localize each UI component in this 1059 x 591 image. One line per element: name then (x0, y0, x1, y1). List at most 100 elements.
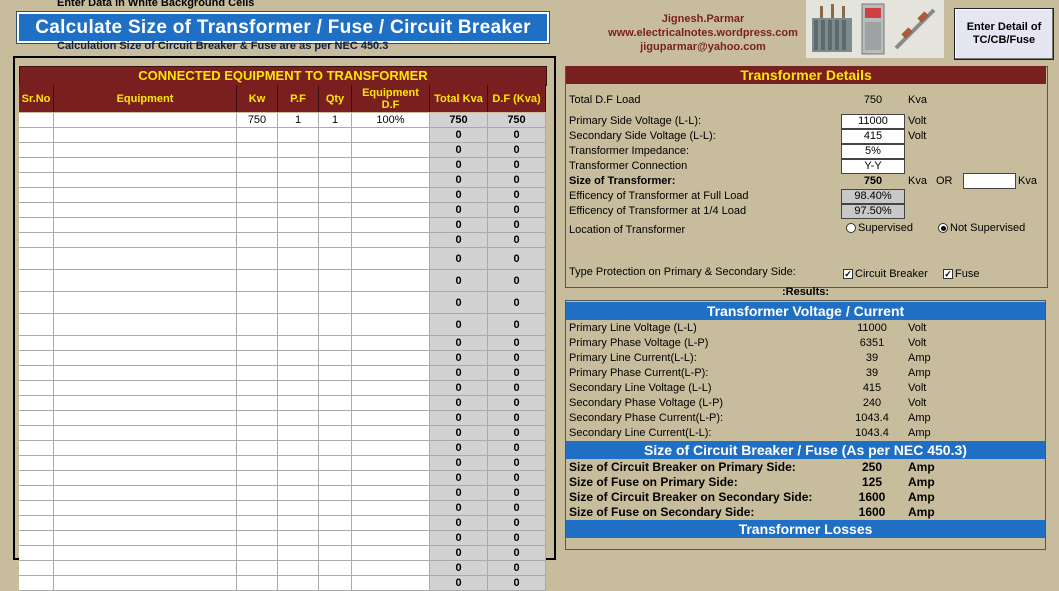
table-cell[interactable] (237, 336, 278, 351)
table-cell[interactable] (54, 188, 237, 203)
table-cell[interactable] (278, 314, 319, 336)
table-cell[interactable] (352, 143, 430, 158)
table-cell[interactable] (54, 203, 237, 218)
table-cell[interactable] (278, 218, 319, 233)
table-cell[interactable] (54, 270, 237, 292)
table-cell[interactable] (54, 471, 237, 486)
table-cell[interactable] (54, 411, 237, 426)
table-cell[interactable] (54, 128, 237, 143)
table-cell[interactable] (54, 314, 237, 336)
table-cell[interactable] (54, 426, 237, 441)
table-cell[interactable] (54, 366, 237, 381)
table-cell[interactable] (237, 233, 278, 248)
table-cell[interactable] (319, 203, 352, 218)
table-cell[interactable] (19, 128, 54, 143)
table-cell[interactable] (278, 456, 319, 471)
table-cell[interactable] (19, 381, 54, 396)
table-cell[interactable] (54, 336, 237, 351)
table-cell[interactable] (237, 173, 278, 188)
table-cell[interactable] (278, 501, 319, 516)
table-cell[interactable] (54, 248, 237, 270)
table-cell[interactable] (319, 531, 352, 546)
table-cell[interactable] (319, 411, 352, 426)
table-cell[interactable] (19, 270, 54, 292)
table-cell[interactable] (352, 128, 430, 143)
table-cell[interactable] (352, 441, 430, 456)
table-cell[interactable] (278, 143, 319, 158)
table-cell[interactable] (19, 158, 54, 173)
table-cell[interactable] (54, 516, 237, 531)
table-cell[interactable] (278, 486, 319, 501)
table-cell[interactable] (278, 531, 319, 546)
table-cell[interactable] (319, 381, 352, 396)
table-cell[interactable] (352, 456, 430, 471)
table-cell[interactable] (19, 351, 54, 366)
table-cell[interactable] (352, 158, 430, 173)
table-cell[interactable] (237, 516, 278, 531)
table-cell[interactable] (19, 456, 54, 471)
primary-voltage-input[interactable]: 11000 (841, 114, 905, 129)
table-cell[interactable] (54, 396, 237, 411)
table-cell[interactable] (19, 218, 54, 233)
table-cell[interactable] (352, 411, 430, 426)
table-cell[interactable] (54, 576, 237, 591)
table-cell[interactable] (237, 561, 278, 576)
table-cell[interactable] (237, 486, 278, 501)
location-supervised-radio[interactable]: Supervised (846, 222, 913, 234)
table-cell[interactable] (352, 336, 430, 351)
table-cell[interactable] (19, 561, 54, 576)
table-cell[interactable] (352, 576, 430, 591)
table-cell[interactable] (237, 576, 278, 591)
table-cell[interactable] (319, 456, 352, 471)
table-cell[interactable] (19, 411, 54, 426)
table-cell[interactable] (237, 546, 278, 561)
table-cell[interactable] (19, 173, 54, 188)
table-cell[interactable] (19, 314, 54, 336)
table-cell[interactable] (237, 158, 278, 173)
table-cell[interactable] (54, 218, 237, 233)
table-cell[interactable] (54, 143, 237, 158)
table-cell[interactable] (278, 441, 319, 456)
table-cell[interactable] (237, 426, 278, 441)
table-cell[interactable] (237, 396, 278, 411)
table-cell[interactable] (319, 396, 352, 411)
table-cell[interactable] (54, 113, 237, 128)
table-cell[interactable] (278, 158, 319, 173)
table-cell[interactable] (352, 531, 430, 546)
table-cell[interactable] (278, 203, 319, 218)
table-cell[interactable] (278, 233, 319, 248)
table-cell[interactable] (278, 576, 319, 591)
table-cell[interactable] (237, 366, 278, 381)
table-cell[interactable] (319, 516, 352, 531)
table-cell[interactable] (352, 270, 430, 292)
table-cell[interactable] (19, 516, 54, 531)
table-cell[interactable] (19, 248, 54, 270)
table-cell[interactable] (278, 426, 319, 441)
table-cell[interactable] (352, 248, 430, 270)
table-cell[interactable] (278, 188, 319, 203)
table-cell[interactable] (319, 158, 352, 173)
enter-detail-button[interactable]: Enter Detail of TC/CB/Fuse (954, 8, 1054, 60)
table-cell[interactable] (278, 351, 319, 366)
table-cell[interactable] (319, 233, 352, 248)
table-cell[interactable] (319, 486, 352, 501)
table-cell[interactable] (237, 351, 278, 366)
table-cell[interactable] (54, 173, 237, 188)
size-override-input[interactable] (963, 173, 1016, 189)
table-cell[interactable] (237, 381, 278, 396)
table-cell[interactable] (319, 426, 352, 441)
table-cell[interactable] (54, 233, 237, 248)
table-cell[interactable] (278, 516, 319, 531)
table-cell[interactable]: 100% (352, 113, 430, 128)
table-cell[interactable] (352, 381, 430, 396)
table-cell[interactable] (278, 411, 319, 426)
table-cell[interactable] (352, 426, 430, 441)
location-not-supervised-radio[interactable]: Not Supervised (938, 222, 1025, 234)
table-cell[interactable] (19, 471, 54, 486)
table-cell[interactable] (19, 143, 54, 158)
table-cell[interactable] (319, 248, 352, 270)
table-cell[interactable] (19, 188, 54, 203)
table-cell[interactable] (19, 203, 54, 218)
table-cell[interactable] (54, 486, 237, 501)
table-cell[interactable] (19, 426, 54, 441)
